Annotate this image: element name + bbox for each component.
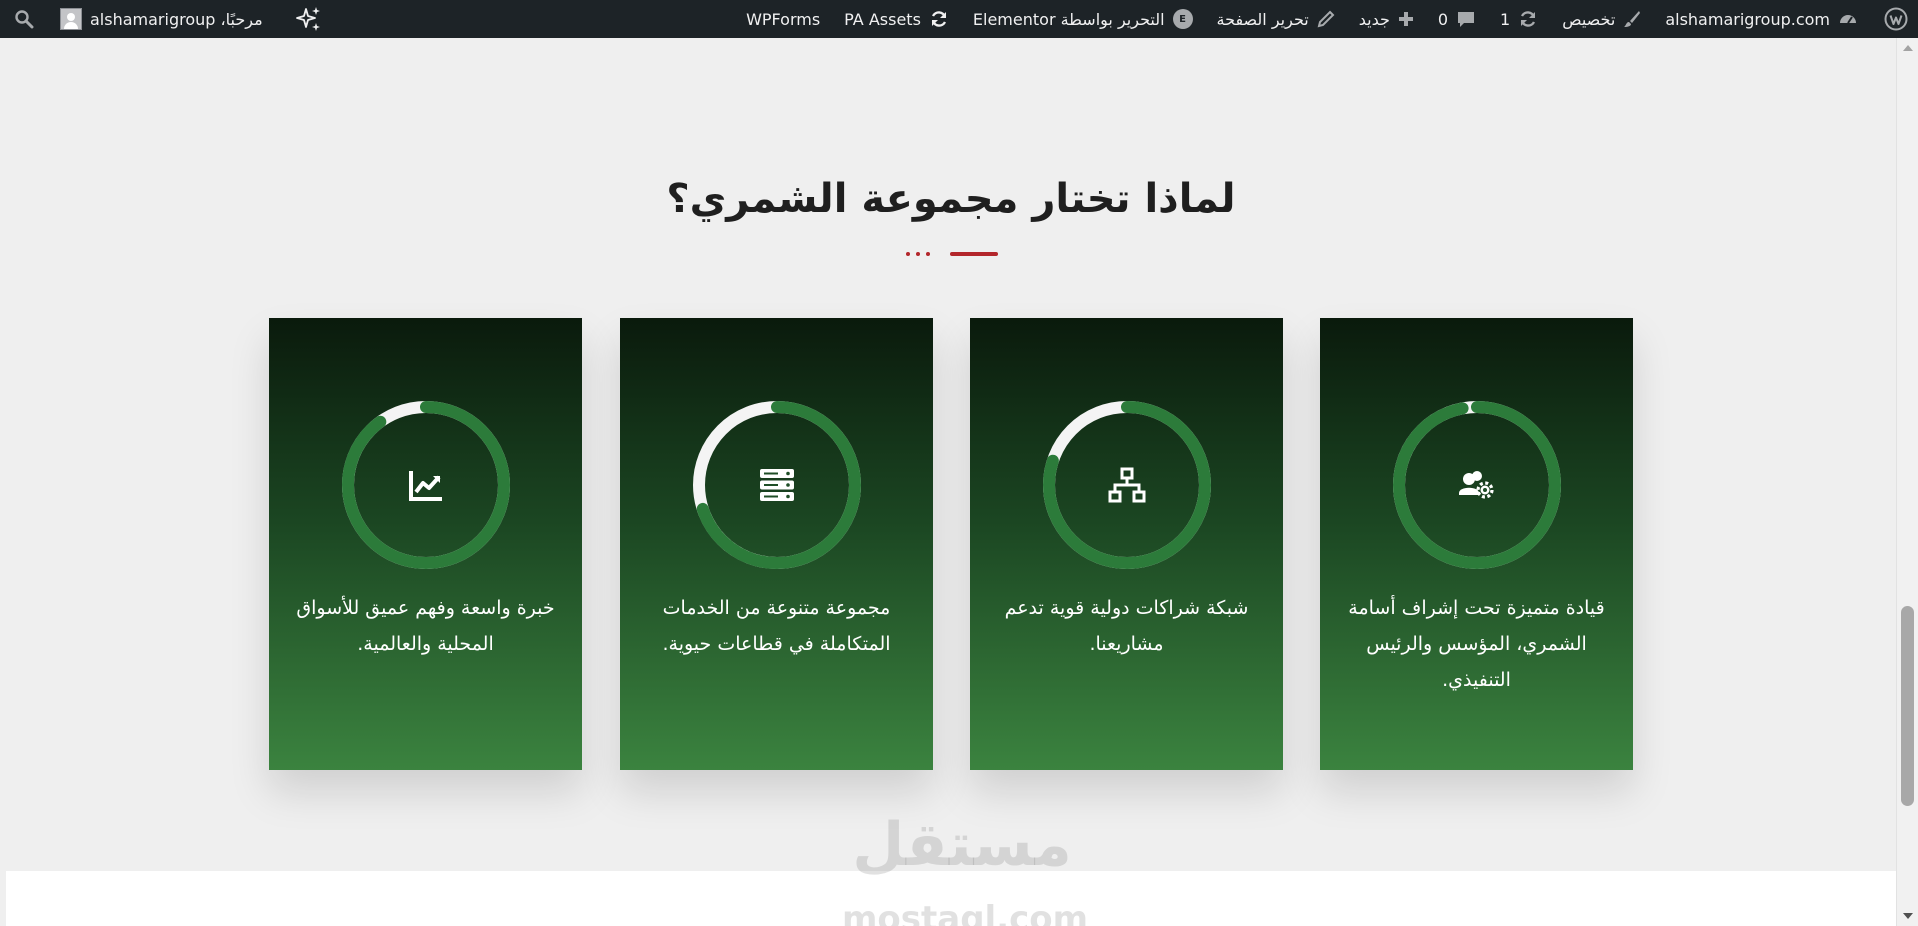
pencil-icon [1317,10,1335,28]
comments-button[interactable]: 0 [1426,0,1488,38]
edit-page-button[interactable]: تحرير الصفحة [1205,0,1347,38]
ai-sparkle-button[interactable] [275,0,335,38]
avatar [60,8,82,30]
wpforms-button[interactable]: WPForms [734,0,832,38]
scroll-up-arrow-icon[interactable] [1903,45,1913,51]
edit-page-label: تحرير الصفحة [1216,9,1309,29]
sparkles-icon [295,7,320,31]
elementor-label: التحرير بواسطة Elementor [972,9,1165,29]
page-viewport: لماذا تختار مجموعة الشمري؟ قيادة متميزة … [6,38,1896,926]
pa-assets-button[interactable]: PA Assets [832,0,961,38]
server-icon [757,465,797,505]
wordpress-icon [1884,7,1908,31]
updates-button[interactable]: 1 [1488,0,1550,38]
elementor-icon: E [1172,9,1193,29]
page-scrollbar[interactable] [1896,38,1918,926]
progress-ring [691,399,863,571]
progress-ring [1041,399,1213,571]
admin-bar-secondary: مرحبًا، alshamarigroup [0,0,335,38]
wordpress-logo-button[interactable] [1870,0,1918,38]
new-label: جديد [1358,9,1390,29]
my-account-menu[interactable]: مرحبًا، alshamarigroup [48,0,275,38]
greeting-label: مرحبًا، alshamarigroup [90,9,263,29]
divider-bar [950,252,998,256]
search-icon [15,10,34,29]
comment-icon [1458,12,1475,27]
card-text: شبكة شراكات دولية قوية تدعم مشاريعنا. [1004,597,1249,655]
edit-with-elementor-button[interactable]: E التحرير بواسطة Elementor [961,0,1205,38]
feature-card-services[interactable]: مجموعة متنوعة من الخدمات المتكاملة في قط… [620,318,933,770]
section-title: لماذا تختار مجموعة الشمري؟ [666,176,1236,222]
features-grid: قيادة متميزة تحت إشراف أسامة الشمري، الم… [269,318,1633,770]
comments-count: 0 [1437,9,1449,29]
network-icon [1107,465,1147,505]
new-content-button[interactable]: جديد [1347,0,1426,38]
customize-label: تخصيص [1562,9,1616,29]
divider-dot [906,252,910,256]
site-name-label: alshamarigroup.com [1665,9,1830,29]
scroll-down-arrow-icon[interactable] [1903,913,1913,919]
feature-card-expertise[interactable]: خبرة واسعة وفهم عميق للأسواق المحلية وال… [269,318,582,770]
refresh-icon [931,11,947,27]
customize-button[interactable]: تخصيص [1550,0,1653,38]
feature-card-leadership[interactable]: قيادة متميزة تحت إشراف أسامة الشمري، الم… [1320,318,1633,770]
site-name-menu[interactable]: alshamarigroup.com [1653,0,1870,38]
watermark-logo: مستقل [852,810,1072,880]
plus-icon [1398,12,1413,26]
divider-dot [926,252,930,256]
card-text: مجموعة متنوعة من الخدمات المتكاملة في قط… [662,597,891,655]
chart-line-icon [406,465,446,505]
watermark-url: mostaql.com [842,899,1089,926]
feature-card-partnerships[interactable]: شبكة شراكات دولية قوية تدعم مشاريعنا. [970,318,1283,770]
divider-dot [916,252,920,256]
title-divider [906,250,998,258]
wpforms-label: WPForms [746,9,821,29]
pa-assets-label: PA Assets [844,9,921,29]
progress-ring [340,399,512,571]
progress-ring [1391,399,1563,571]
updates-count: 1 [1500,9,1511,29]
scrollbar-thumb[interactable] [1901,606,1914,806]
wp-admin-bar: alshamarigroup.com تخصيص 1 0 جديد تحرير … [0,0,1918,38]
paintbrush-icon [1624,11,1641,27]
admin-bar-primary: alshamarigroup.com تخصيص 1 0 جديد تحرير … [734,0,1918,38]
card-text: قيادة متميزة تحت إشراف أسامة الشمري، الم… [1348,597,1605,691]
users-gear-icon [1457,465,1497,505]
dashboard-gauge-icon [1840,15,1856,24]
updates-icon [1521,11,1536,27]
admin-search-button[interactable] [0,0,48,38]
card-text: خبرة واسعة وفهم عميق للأسواق المحلية وال… [296,597,555,655]
